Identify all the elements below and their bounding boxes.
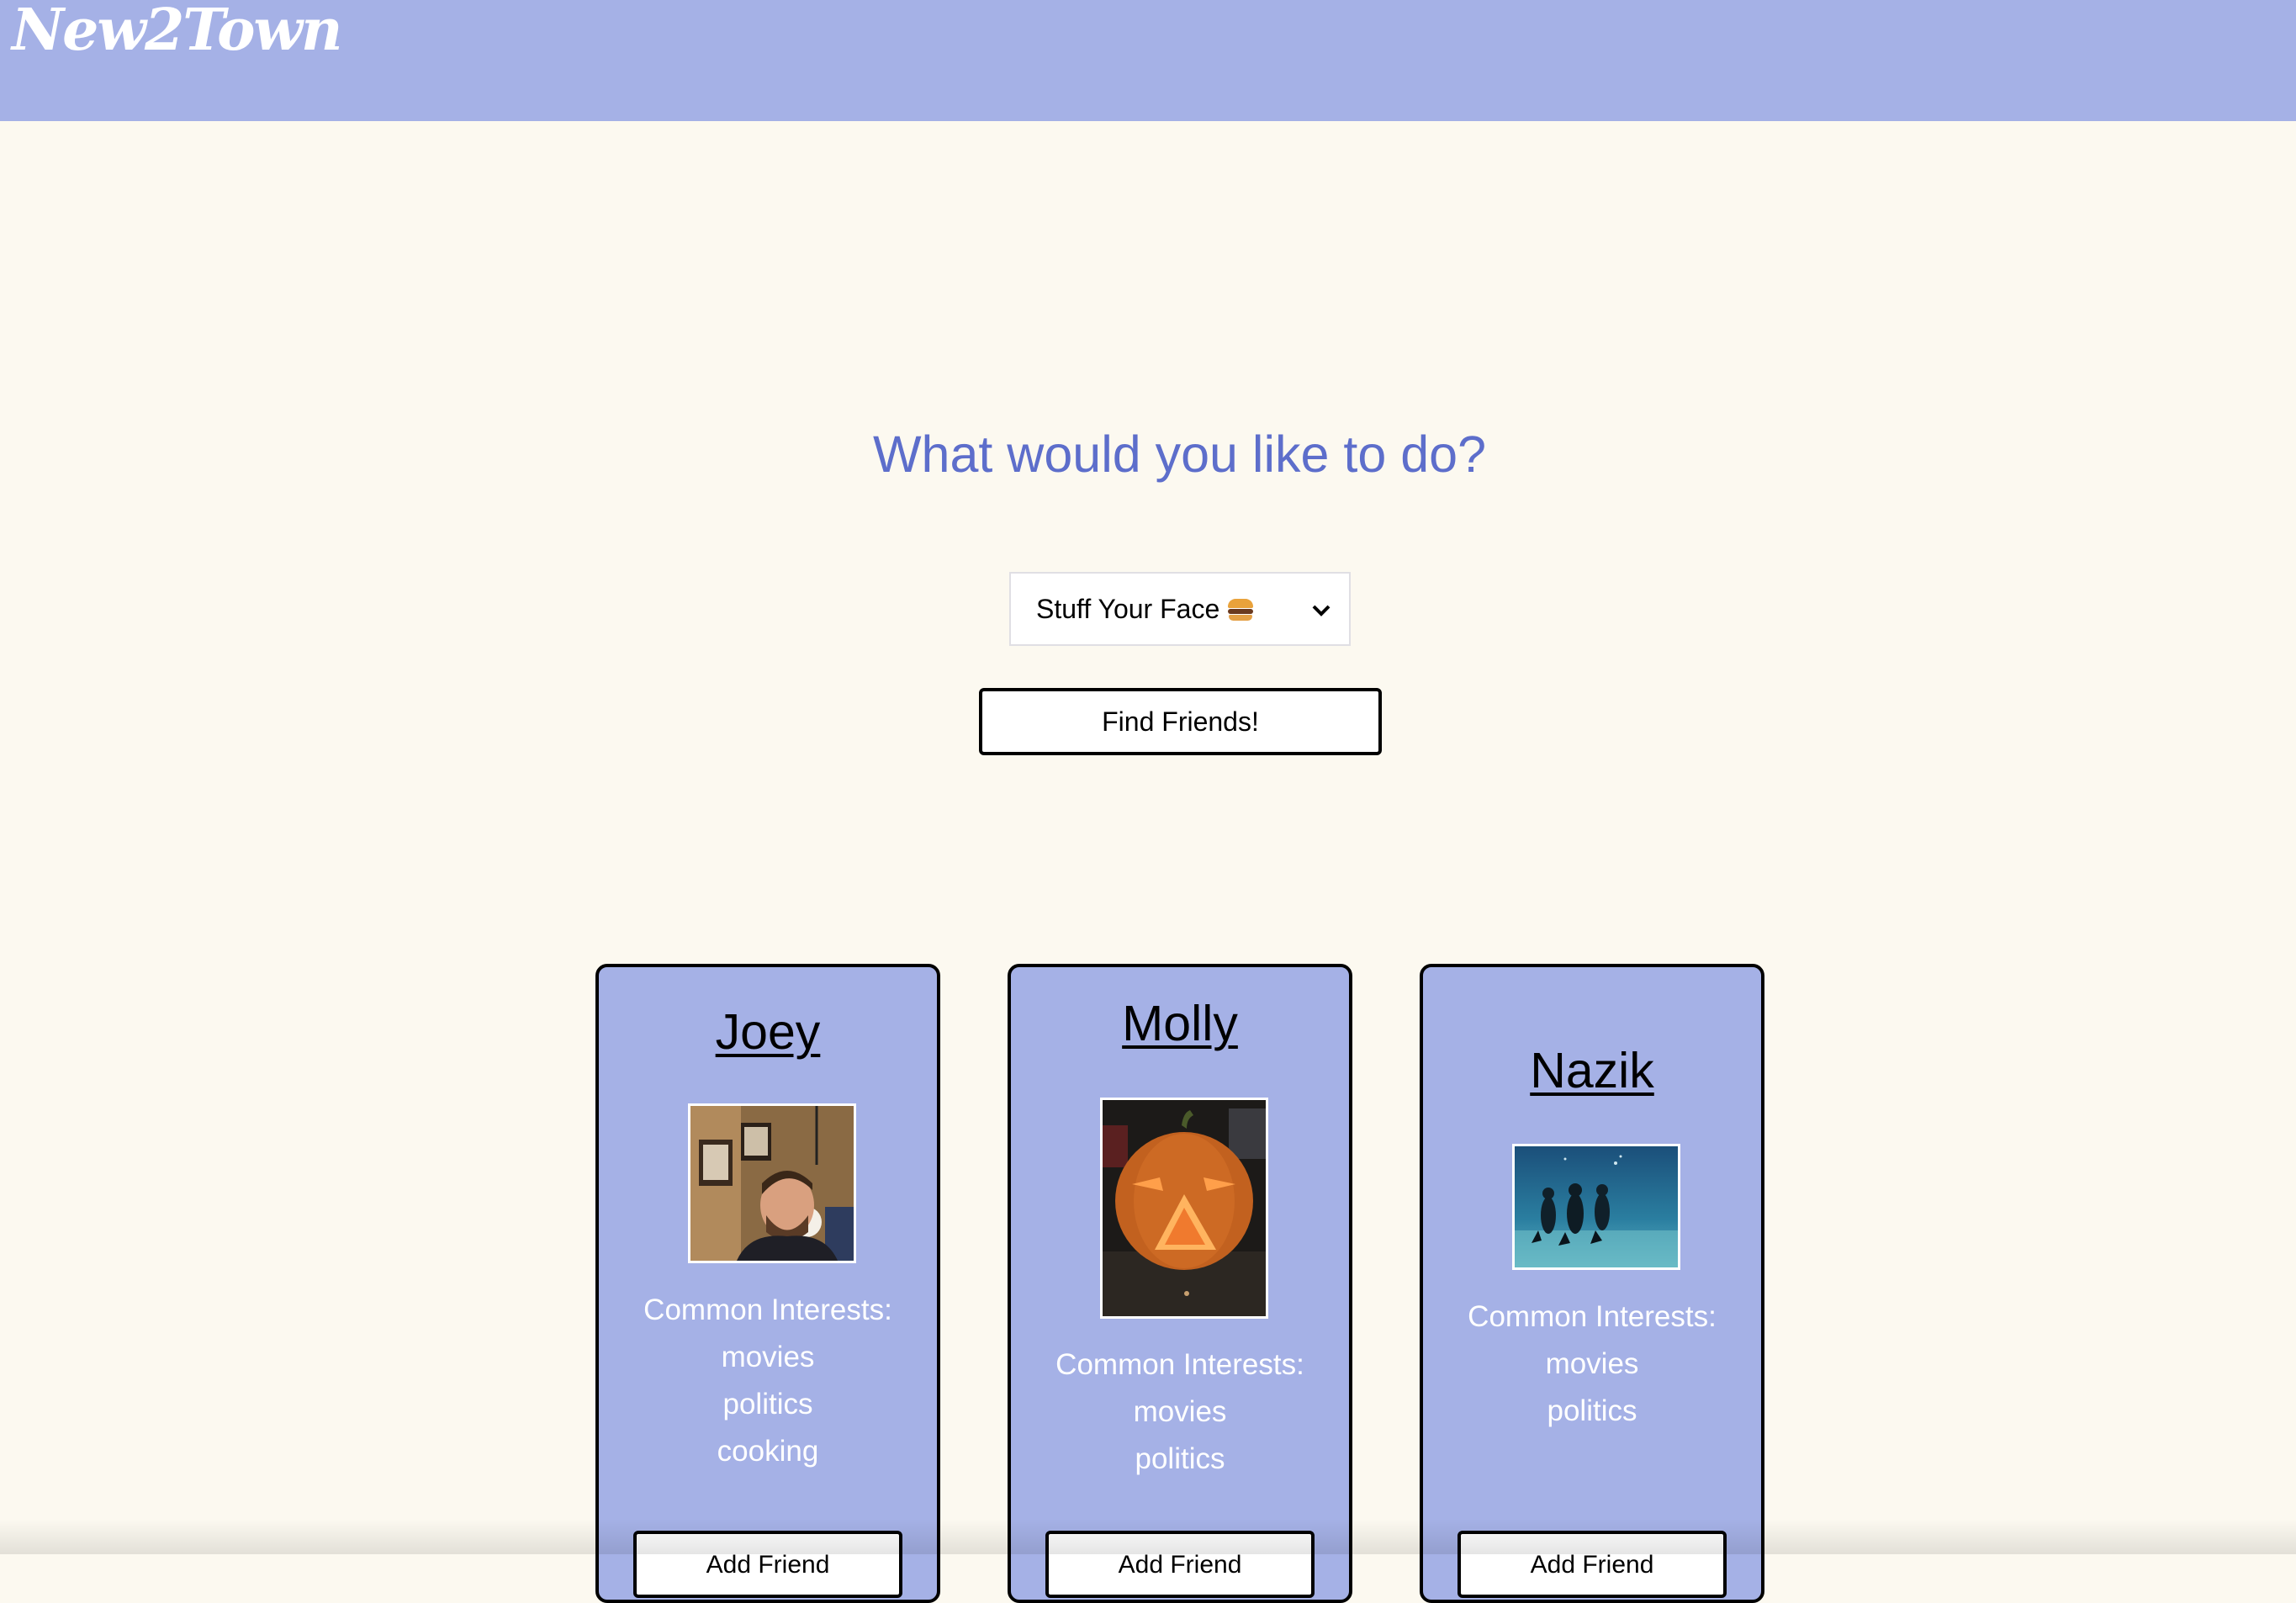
app-logo[interactable]: New2Town bbox=[12, 0, 342, 64]
activity-select-value: Stuff Your Face bbox=[1036, 594, 1254, 625]
interest-item: politics bbox=[722, 1388, 813, 1420]
friend-card: Molly Common Interests: movies politics … bbox=[1008, 964, 1352, 1603]
profile-photo bbox=[688, 1103, 856, 1263]
common-interests: Common Interests: movies politics bbox=[1423, 1294, 1761, 1435]
add-friend-button[interactable]: Add Friend bbox=[1045, 1531, 1315, 1598]
interest-item: movies bbox=[1545, 1347, 1639, 1380]
profile-photo bbox=[1100, 1098, 1268, 1319]
chevron-down-icon bbox=[1312, 598, 1331, 620]
friend-name-link[interactable]: Molly bbox=[1011, 994, 1349, 1053]
interests-heading: Common Interests: bbox=[1055, 1348, 1304, 1381]
common-interests: Common Interests: movies politics cookin… bbox=[599, 1287, 937, 1475]
profile-photo bbox=[1512, 1144, 1680, 1270]
hamburger-icon bbox=[1228, 598, 1254, 621]
interest-item: cooking bbox=[717, 1435, 819, 1468]
add-friend-button[interactable]: Add Friend bbox=[1457, 1531, 1727, 1598]
top-header: New2Town bbox=[0, 0, 2296, 121]
interests-heading: Common Interests: bbox=[643, 1294, 892, 1326]
common-interests: Common Interests: movies politics bbox=[1011, 1341, 1349, 1483]
page-prompt: What would you like to do? bbox=[872, 426, 1487, 483]
interest-item: movies bbox=[1133, 1395, 1227, 1428]
interest-item: politics bbox=[1547, 1394, 1637, 1427]
add-friend-button[interactable]: Add Friend bbox=[633, 1531, 902, 1598]
interest-item: movies bbox=[721, 1341, 815, 1373]
interests-heading: Common Interests: bbox=[1468, 1300, 1717, 1333]
friend-card: Joey Common Interests: movies politics c… bbox=[595, 964, 940, 1603]
activity-select[interactable]: Stuff Your Face bbox=[1009, 572, 1351, 646]
find-friends-button[interactable]: Find Friends! bbox=[979, 688, 1382, 755]
interest-item: politics bbox=[1135, 1442, 1225, 1475]
friend-card: Nazik Common Interests: movies politics … bbox=[1420, 964, 1764, 1603]
friend-name-link[interactable]: Joey bbox=[599, 1003, 937, 1061]
friend-name-link[interactable]: Nazik bbox=[1423, 1041, 1761, 1100]
